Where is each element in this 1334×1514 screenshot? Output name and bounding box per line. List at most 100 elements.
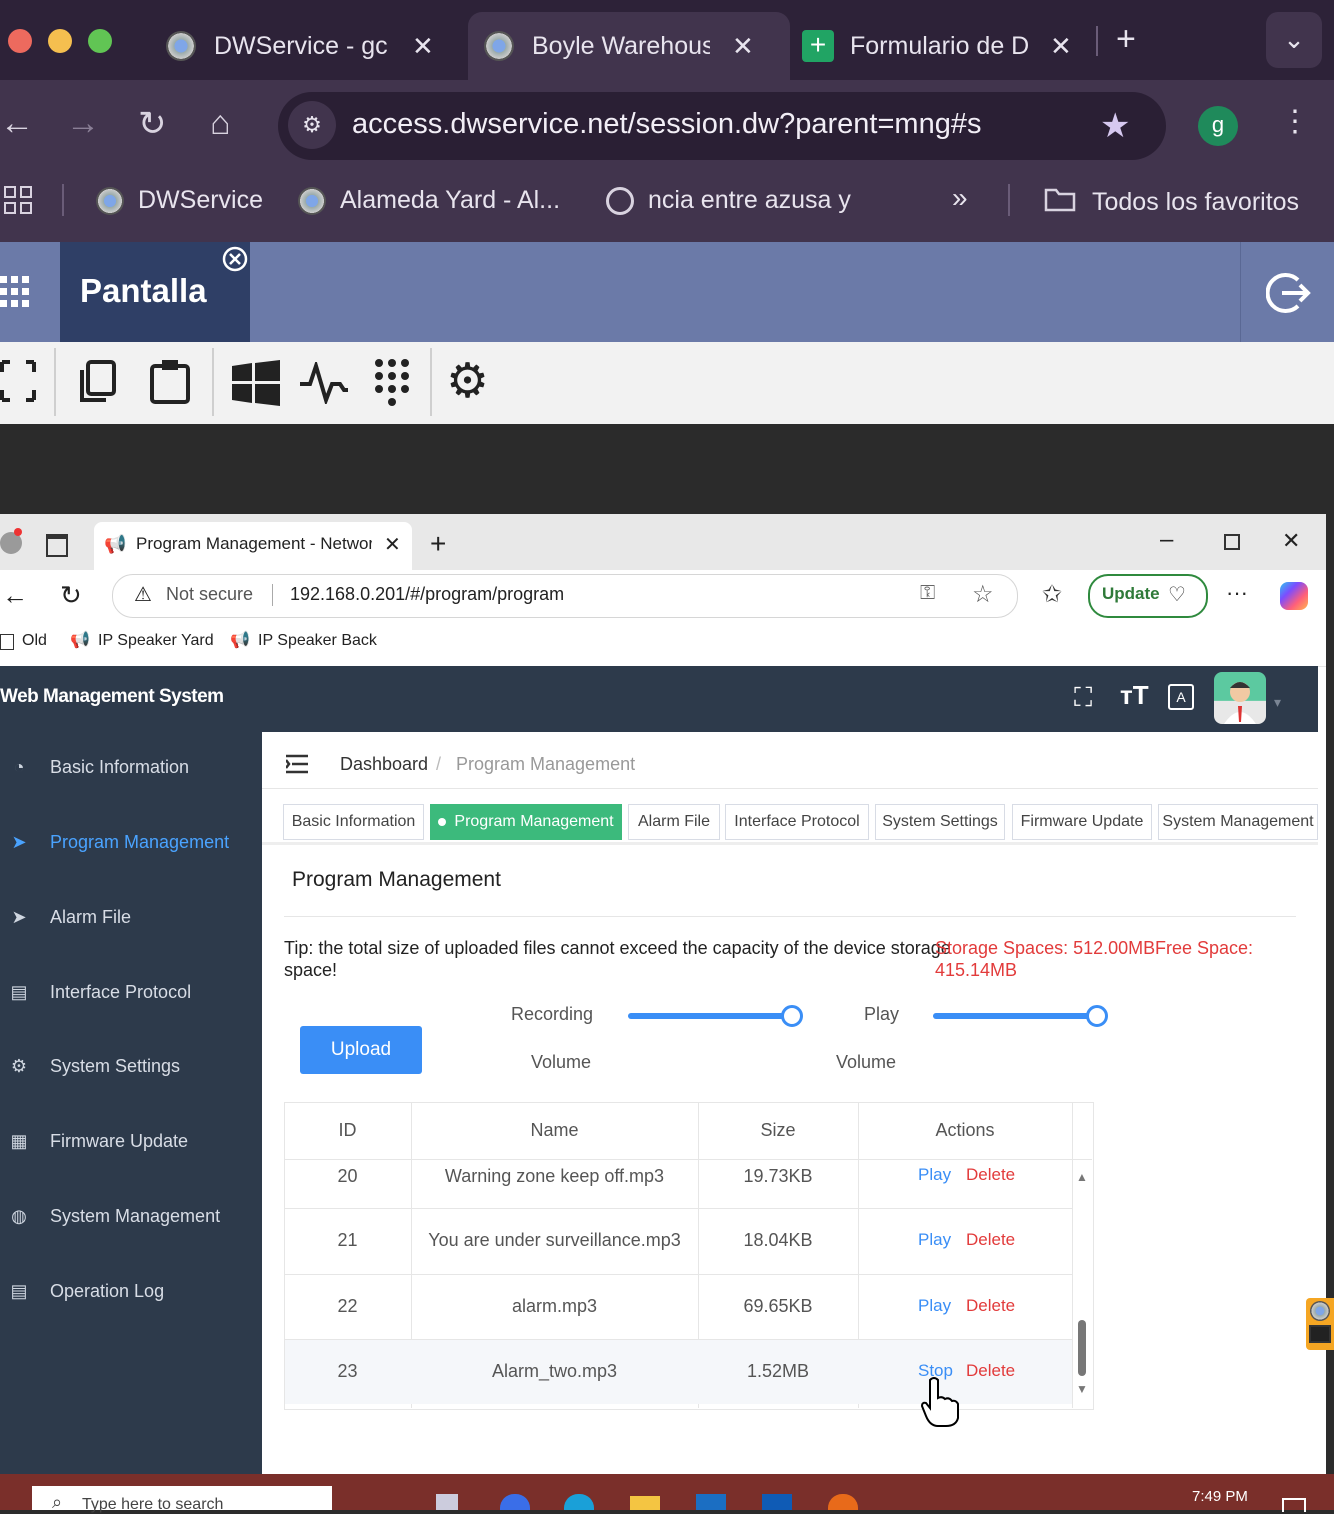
copilot-icon[interactable] <box>1280 582 1308 610</box>
activity-monitor-icon[interactable] <box>300 359 348 409</box>
breadcrumb-home[interactable]: Dashboard <box>340 754 428 775</box>
tab-basic-information[interactable]: Basic Information <box>283 804 424 840</box>
close-tab-icon[interactable]: ✕ <box>384 532 401 557</box>
sidebar-item-firmware-update[interactable]: ▦ Firmware Update <box>0 1117 262 1165</box>
favorites-list-icon[interactable]: ✩ <box>1042 580 1062 609</box>
sidebar-item-basic-information[interactable]: ◔ Basic Information <box>0 743 262 791</box>
dw-side-widget[interactable] <box>1306 1298 1334 1350</box>
profile-avatar[interactable]: g <box>1198 106 1238 146</box>
keypad-icon[interactable] <box>374 358 410 411</box>
bookmark-star-icon[interactable]: ★ <box>1100 106 1130 146</box>
delete-button[interactable]: Delete <box>966 1296 1015 1316</box>
dw-apps-grid-icon[interactable] <box>0 276 30 313</box>
upload-button[interactable]: Upload <box>300 1026 422 1074</box>
play-button[interactable]: Play <box>918 1165 951 1185</box>
delete-button[interactable]: Delete <box>966 1230 1015 1250</box>
fullscreen-icon[interactable] <box>0 360 36 407</box>
close-window-button[interactable] <box>8 29 32 53</box>
forward-arrow-icon[interactable]: → <box>66 104 100 143</box>
taskbar-search-box[interactable]: ⌕ Type here to search <box>32 1486 332 1513</box>
new-tab-plus-icon[interactable]: + <box>430 528 446 560</box>
tab-alarm-file[interactable]: Alarm File <box>628 804 720 840</box>
close-tab-icon[interactable]: ✕ <box>732 31 754 62</box>
all-bookmarks-folder[interactable]: Todos los favoritos <box>1044 186 1299 219</box>
bookmark-ip-speaker-yard[interactable]: IP Speaker Yard <box>98 632 214 650</box>
new-tab-plus-icon[interactable]: + <box>1116 20 1136 59</box>
minimize-icon[interactable]: – <box>1160 526 1173 554</box>
bookmark-dwservice[interactable]: DWService <box>96 186 263 215</box>
more-menu-icon[interactable]: ··· <box>1226 580 1248 606</box>
outer-tab-formulario[interactable]: + Formulario de D ✕ <box>786 12 1102 80</box>
windows-key-icon[interactable] <box>232 360 280 411</box>
apps-grid-icon[interactable] <box>4 186 32 214</box>
bookmark-old[interactable]: Old <box>22 632 47 650</box>
play-button[interactable]: Play <box>918 1296 951 1316</box>
play-button[interactable]: Play <box>918 1230 951 1250</box>
close-window-icon[interactable]: ✕ <box>1282 528 1300 554</box>
outer-tab-boyle[interactable]: Boyle Warehous ✕ <box>468 12 790 80</box>
maximize-icon[interactable] <box>1224 534 1240 550</box>
sidebar-item-label: System Management <box>50 1205 221 1226</box>
paste-clipboard-icon[interactable] <box>148 358 192 411</box>
copy-icon[interactable] <box>78 360 118 409</box>
tab-program-management[interactable]: Program Management <box>430 804 622 840</box>
font-size-icon[interactable]: тT <box>1120 680 1149 711</box>
tab-system-management[interactable]: System Management <box>1158 804 1318 840</box>
sidebar-item-program-management[interactable]: ➤ Program Management <box>0 818 262 866</box>
recording-volume-knob[interactable] <box>781 1005 803 1027</box>
back-arrow-icon[interactable]: ← <box>2 580 28 611</box>
tab-interface-protocol[interactable]: Interface Protocol <box>725 804 869 840</box>
cell-id: 21 <box>337 1230 358 1250</box>
store-icon[interactable] <box>696 1494 726 1510</box>
key-icon[interactable]: ⚿ <box>920 582 935 605</box>
fullscreen-icon[interactable]: ⛶ <box>1074 682 1092 714</box>
reload-icon[interactable]: ↻ <box>138 104 167 144</box>
warning-triangle-icon[interactable]: ⚠ <box>134 582 152 607</box>
close-session-icon[interactable] <box>222 246 248 277</box>
settings-gear-icon[interactable]: ⚙ <box>446 358 489 406</box>
megaphone-favicon-icon: 📢 <box>230 632 250 649</box>
scroll-up-icon[interactable]: ▲ <box>1076 1170 1088 1184</box>
toolbar-separator <box>212 348 214 416</box>
dw-toolbar <box>0 342 1334 424</box>
exit-icon[interactable] <box>1265 270 1312 321</box>
tab-actions-icon[interactable] <box>46 534 68 557</box>
more-bookmarks-icon[interactable]: » <box>952 182 968 214</box>
translate-icon[interactable]: A <box>1168 684 1194 710</box>
tab-search-chevron-icon[interactable]: ⌄ <box>1266 12 1322 68</box>
menu-kebab-icon[interactable]: ⋮ <box>1280 104 1310 139</box>
tab-firmware-update[interactable]: Firmware Update <box>1012 804 1152 840</box>
tab-system-settings[interactable]: System Settings <box>875 804 1005 840</box>
avatar-dropdown-icon[interactable]: ▾ <box>1274 694 1281 711</box>
close-tab-icon[interactable]: ✕ <box>1050 31 1072 62</box>
table-scrollbar-thumb[interactable] <box>1078 1320 1086 1376</box>
sidebar-item-system-management[interactable]: ◍ System Management <box>0 1192 262 1240</box>
home-icon[interactable]: ⌂ <box>210 104 231 143</box>
bookmark-ip-speaker-back[interactable]: IP Speaker Back <box>258 632 377 650</box>
grid-icon: ▦ <box>10 1130 28 1151</box>
file-explorer-icon[interactable] <box>630 1496 660 1510</box>
favorite-star-icon[interactable]: ☆ <box>972 580 994 609</box>
minimize-window-button[interactable] <box>48 29 72 53</box>
task-view-icon[interactable] <box>436 1494 458 1510</box>
outer-tab-dwservice[interactable]: DWService - gc ✕ <box>150 12 466 80</box>
back-arrow-icon[interactable]: ← <box>0 104 34 143</box>
scroll-down-icon[interactable]: ▼ <box>1076 1382 1088 1396</box>
sidebar-item-alarm-file[interactable]: ➤ Alarm File <box>0 893 262 941</box>
menu-collapse-icon[interactable] <box>285 754 308 779</box>
sidebar-item-system-settings[interactable]: ⚙ System Settings <box>0 1042 262 1090</box>
bookmark-ncia[interactable]: ncia entre azusa y <box>606 186 851 215</box>
play-volume-knob[interactable] <box>1086 1005 1108 1027</box>
sidebar-item-operation-log[interactable]: ▤ Operation Log <box>0 1267 262 1315</box>
mail-icon[interactable] <box>762 1494 792 1510</box>
reload-icon[interactable]: ↻ <box>60 580 82 611</box>
delete-button[interactable]: Delete <box>966 1361 1015 1381</box>
avatar[interactable] <box>1214 672 1266 724</box>
bookmark-alameda-yard[interactable]: Alameda Yard - Al... <box>298 186 560 215</box>
maximize-window-button[interactable] <box>88 29 112 53</box>
delete-button[interactable]: Delete <box>966 1165 1015 1185</box>
sidebar-item-interface-protocol[interactable]: ▤ Interface Protocol <box>0 968 262 1016</box>
close-tab-icon[interactable]: ✕ <box>412 31 434 62</box>
sidebar-item-label: System Settings <box>50 1055 181 1076</box>
site-settings-icon[interactable]: ⚙ <box>288 101 336 149</box>
